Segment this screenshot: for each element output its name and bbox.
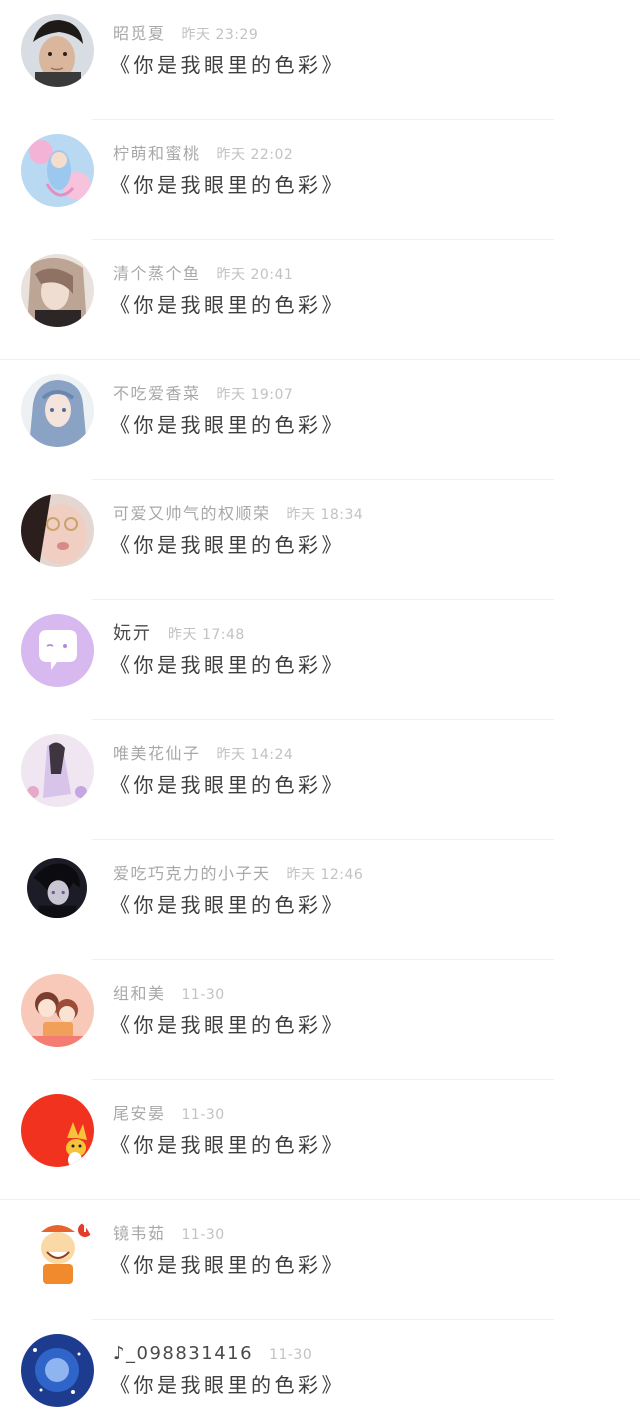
comment-text: 《你是我眼里的色彩》	[110, 1133, 345, 1157]
comment-item-12[interactable]: ♪_098831416 11-30 《你是我眼里的色彩》	[0, 1320, 640, 1425]
comment-meta: 爱吃巧克力的小子天 昨天 12:46	[113, 862, 363, 886]
comment-time: 昨天 20:41	[216, 267, 294, 283]
red-fox-avatar[interactable]	[21, 1094, 94, 1167]
comment-text: 《你是我眼里的色彩》	[110, 1373, 345, 1397]
man-portrait-avatar[interactable]	[21, 14, 94, 87]
username-link[interactable]: 昭觅夏	[113, 24, 166, 43]
comment-item-11[interactable]: 镜韦茹 11-30 《你是我眼里的色彩》	[0, 1200, 640, 1320]
comment-meta: 不吃爱香菜 昨天 19:07	[113, 382, 293, 406]
username-link[interactable]: 柠萌和蜜桃	[113, 144, 201, 163]
comment-meta: 组和美 11-30	[113, 982, 225, 1006]
comment-item-1[interactable]: 昭觅夏 昨天 23:29 《你是我眼里的色彩》	[0, 0, 640, 120]
comment-text: 《你是我眼里的色彩》	[110, 1013, 345, 1037]
comment-meta: 妧亓 昨天 17:48	[113, 622, 245, 646]
comment-text: 《你是我眼里的色彩》	[110, 653, 345, 677]
username-link[interactable]: 爱吃巧克力的小子天	[113, 864, 271, 883]
fairy-anime-avatar[interactable]	[21, 134, 94, 207]
username-link[interactable]: 不吃爱香菜	[113, 384, 201, 403]
username-link[interactable]: 可爱又帅气的权顺荣	[113, 504, 271, 523]
comment-time: 昨天 12:46	[286, 867, 364, 883]
blue-hair-girl-avatar[interactable]	[21, 374, 94, 447]
comment-text: 《你是我眼里的色彩》	[110, 413, 345, 437]
comment-text: 《你是我眼里的色彩》	[110, 173, 345, 197]
username-link[interactable]: 组和美	[113, 984, 166, 1003]
username-link[interactable]: 清个蒸个鱼	[113, 264, 201, 283]
comment-item-4[interactable]: 不吃爱香菜 昨天 19:07 《你是我眼里的色彩》	[0, 360, 640, 480]
comment-time: 昨天 14:24	[216, 747, 294, 763]
comment-item-9[interactable]: 组和美 11-30 《你是我眼里的色彩》	[0, 960, 640, 1080]
comment-time: 11-30	[181, 1227, 225, 1243]
comment-meta: ♪_098831416 11-30	[113, 1342, 312, 1366]
chat-bubble-avatar[interactable]	[21, 614, 94, 687]
comment-meta: 尾安晏 11-30	[113, 1102, 225, 1126]
comment-text: 《你是我眼里的色彩》	[110, 893, 345, 917]
username-link[interactable]: 尾安晏	[113, 1104, 166, 1123]
blue-galaxy-avatar[interactable]	[21, 1334, 94, 1407]
comment-time: 昨天 23:29	[181, 27, 259, 43]
comment-time: 11-30	[181, 1107, 225, 1123]
cartoon-girls-avatar[interactable]	[21, 974, 94, 1047]
comment-time: 昨天 18:34	[286, 507, 364, 523]
comment-meta: 清个蒸个鱼 昨天 20:41	[113, 262, 293, 286]
comment-item-3[interactable]: 清个蒸个鱼 昨天 20:41 《你是我眼里的色彩》	[0, 240, 640, 360]
comment-text: 《你是我眼里的色彩》	[110, 773, 345, 797]
flower-fairy-avatar[interactable]	[21, 734, 94, 807]
comment-text: 《你是我眼里的色彩》	[110, 1253, 345, 1277]
comment-meta: 昭觅夏 昨天 23:29	[113, 22, 258, 46]
comment-text: 《你是我眼里的色彩》	[110, 293, 345, 317]
comment-time: 昨天 19:07	[216, 387, 294, 403]
comment-item-7[interactable]: 唯美花仙子 昨天 14:24 《你是我眼里的色彩》	[0, 720, 640, 840]
comment-item-5[interactable]: 可爱又帅气的权顺荣 昨天 18:34 《你是我眼里的色彩》	[0, 480, 640, 600]
dark-anime-boy-avatar[interactable]	[27, 858, 87, 918]
comment-text: 《你是我眼里的色彩》	[110, 53, 345, 77]
comment-item-6[interactable]: 妧亓 昨天 17:48 《你是我眼里的色彩》	[0, 600, 640, 720]
comment-meta: 镜韦茹 11-30	[113, 1222, 225, 1246]
comment-time: 昨天 22:02	[216, 147, 294, 163]
comment-meta: 柠萌和蜜桃 昨天 22:02	[113, 142, 293, 166]
kiss-face-avatar[interactable]	[21, 494, 94, 567]
comment-item-10[interactable]: 尾安晏 11-30 《你是我眼里的色彩》	[0, 1080, 640, 1200]
comment-text: 《你是我眼里的色彩》	[110, 533, 345, 557]
comment-item-2[interactable]: 柠萌和蜜桃 昨天 22:02 《你是我眼里的色彩》	[0, 120, 640, 240]
username-link[interactable]: ♪_098831416	[113, 1343, 253, 1364]
comment-time: 11-30	[181, 987, 225, 1003]
sketch-girl-avatar[interactable]	[21, 254, 94, 327]
username-link[interactable]: 唯美花仙子	[113, 744, 201, 763]
cartoon-boy-avatar[interactable]	[21, 1214, 94, 1287]
comment-time: 11-30	[269, 1347, 313, 1363]
username-link[interactable]: 镜韦茹	[113, 1224, 166, 1243]
comment-time: 昨天 17:48	[168, 627, 245, 643]
comment-item-8[interactable]: 爱吃巧克力的小子天 昨天 12:46 《你是我眼里的色彩》	[0, 840, 640, 960]
comment-meta: 可爱又帅气的权顺荣 昨天 18:34	[113, 502, 363, 526]
comment-list: 昭觅夏 昨天 23:29 《你是我眼里的色彩》 柠萌和蜜桃 昨天 22:02 《你是…	[0, 0, 640, 1425]
comment-meta: 唯美花仙子 昨天 14:24	[113, 742, 293, 766]
username-link[interactable]: 妧亓	[113, 623, 152, 644]
